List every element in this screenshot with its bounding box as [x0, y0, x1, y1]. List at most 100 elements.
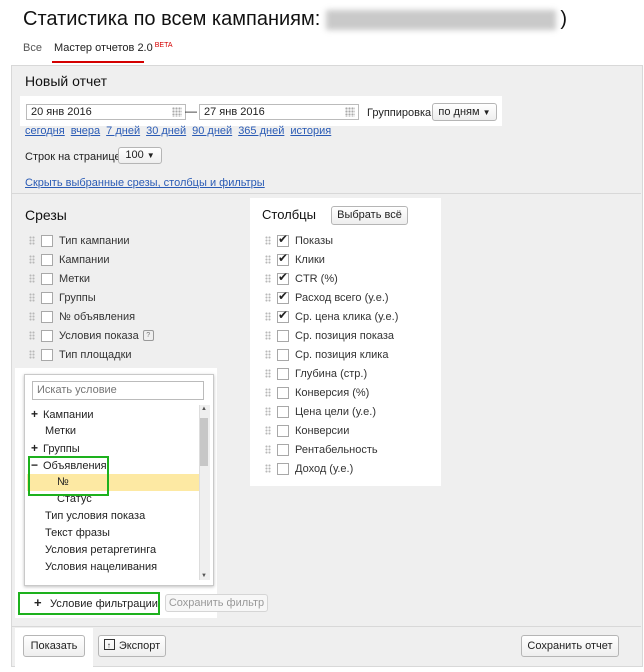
select-all-button[interactable]: Выбрать всё [331, 206, 408, 225]
grouping-value: по дням [438, 106, 480, 118]
checkbox[interactable] [277, 405, 289, 418]
column-item[interactable]: Показы [265, 231, 398, 250]
period-90-days[interactable]: 90 дней [192, 125, 232, 137]
checkbox[interactable] [41, 291, 53, 304]
column-item[interactable]: Глубина (стр.) [265, 364, 398, 383]
column-item[interactable]: CTR (%) [265, 269, 398, 288]
tab-all[interactable]: Все [23, 42, 42, 54]
condition-item-campaigns[interactable]: + Кампании [27, 406, 203, 423]
drag-handle-icon[interactable] [265, 407, 271, 416]
date-from-input[interactable]: 20 янв 2016 [26, 104, 186, 120]
checkbox-checked[interactable] [277, 270, 289, 285]
column-item[interactable]: Ср. цена клика (у.е.) [265, 307, 398, 326]
drag-handle-icon[interactable] [265, 293, 271, 302]
column-item[interactable]: Ср. позиция клика [265, 345, 398, 364]
date-to-input[interactable]: 27 янв 2016 [199, 104, 359, 120]
rows-per-page-select[interactable]: 100 ▼ [118, 147, 162, 164]
condition-search-input[interactable] [32, 381, 204, 400]
expand-plus-icon[interactable]: + [31, 440, 41, 457]
page-title-suffix: ) [560, 8, 567, 30]
condition-search-field[interactable] [33, 382, 201, 397]
checkbox[interactable] [277, 367, 289, 380]
checkbox[interactable] [277, 443, 289, 456]
slice-item[interactable]: Условия показа? [29, 326, 154, 345]
drag-handle-icon[interactable] [265, 426, 271, 435]
tab-report-master[interactable]: Мастер отчетов 2.0 BETA [54, 42, 173, 54]
column-item[interactable]: Доход (у.е.) [265, 459, 398, 478]
drag-handle-icon[interactable] [29, 274, 35, 283]
slice-item[interactable]: № объявления [29, 307, 154, 326]
checkbox[interactable] [41, 234, 53, 247]
column-item[interactable]: Ср. позиция показа [265, 326, 398, 345]
drag-handle-icon[interactable] [29, 312, 35, 321]
drag-handle-icon[interactable] [265, 369, 271, 378]
checkbox[interactable] [41, 348, 53, 361]
checkbox[interactable] [277, 424, 289, 437]
drag-handle-icon[interactable] [265, 350, 271, 359]
save-report-button[interactable]: Сохранить отчет [521, 635, 619, 657]
hide-selected-link[interactable]: Скрыть выбранные срезы, столбцы и фильтр… [25, 177, 265, 189]
checkbox[interactable] [277, 386, 289, 399]
drag-handle-icon[interactable] [265, 388, 271, 397]
drag-handle-icon[interactable] [265, 331, 271, 340]
checkbox[interactable] [41, 329, 53, 342]
checkbox[interactable] [41, 272, 53, 285]
checkbox[interactable] [277, 462, 289, 475]
checkbox[interactable] [41, 310, 53, 323]
checkbox[interactable] [277, 348, 289, 361]
scroll-down-icon[interactable]: ▼ [201, 573, 207, 579]
drag-handle-icon[interactable] [265, 236, 271, 245]
grouping-select[interactable]: по дням ▼ [432, 103, 497, 121]
column-item[interactable]: Конверсии [265, 421, 398, 440]
slice-item[interactable]: Кампании [29, 250, 154, 269]
period-today[interactable]: сегодня [25, 125, 65, 137]
column-item[interactable]: Расход всего (у.е.) [265, 288, 398, 307]
condition-item-phrase-text[interactable]: Текст фразы [27, 525, 203, 542]
drag-handle-icon[interactable] [29, 331, 35, 340]
condition-item-groups[interactable]: + Группы [27, 440, 203, 457]
condition-item-retargeting[interactable]: Условия ретаргетинга [27, 542, 203, 559]
period-7-days[interactable]: 7 дней [106, 125, 140, 137]
column-item[interactable]: Клики [265, 250, 398, 269]
drag-handle-icon[interactable] [265, 464, 271, 473]
help-icon[interactable]: ? [142, 330, 154, 341]
checkbox-checked[interactable] [277, 232, 289, 247]
scrollbar-thumb[interactable] [200, 418, 208, 466]
drag-handle-icon[interactable] [29, 255, 35, 264]
scroll-up-icon[interactable]: ▲ [201, 406, 207, 412]
drag-handle-icon[interactable] [265, 312, 271, 321]
checkbox[interactable] [277, 329, 289, 342]
slice-item[interactable]: Метки [29, 269, 154, 288]
condition-item-show-condition-type[interactable]: Тип условия показа [27, 508, 203, 525]
show-button[interactable]: Показать [23, 635, 85, 657]
drag-handle-icon[interactable] [265, 445, 271, 454]
slice-item[interactable]: Тип кампании [29, 231, 154, 250]
rows-per-page-value: 100 [125, 149, 144, 161]
add-filter-condition-button[interactable]: + Условие фильтрации [18, 592, 160, 615]
drag-handle-icon[interactable] [29, 236, 35, 245]
column-item[interactable]: Цена цели (у.е.) [265, 402, 398, 421]
calendar-icon[interactable] [172, 107, 182, 117]
drag-handle-icon[interactable] [29, 293, 35, 302]
period-yesterday[interactable]: вчера [71, 125, 100, 137]
column-item[interactable]: Рентабельность [265, 440, 398, 459]
checkbox-checked[interactable] [277, 289, 289, 304]
drag-handle-icon[interactable] [265, 274, 271, 283]
calendar-icon[interactable] [345, 107, 355, 117]
save-filter-button[interactable]: Сохранить фильтр [165, 594, 268, 612]
expand-plus-icon[interactable]: + [31, 406, 41, 423]
period-history[interactable]: история [290, 125, 331, 137]
condition-item-targeting[interactable]: Условия нацеливания [27, 559, 203, 576]
export-button[interactable]: ↑ Экспорт [98, 635, 166, 657]
condition-item-labels[interactable]: Метки [27, 423, 203, 440]
period-30-days[interactable]: 30 дней [146, 125, 186, 137]
checkbox-checked[interactable] [277, 308, 289, 323]
drag-handle-icon[interactable] [29, 350, 35, 359]
slice-item[interactable]: Тип площадки [29, 345, 154, 364]
slice-item[interactable]: Группы [29, 288, 154, 307]
drag-handle-icon[interactable] [265, 255, 271, 264]
checkbox-checked[interactable] [277, 251, 289, 266]
column-item[interactable]: Конверсия (%) [265, 383, 398, 402]
period-365-days[interactable]: 365 дней [238, 125, 284, 137]
checkbox[interactable] [41, 253, 53, 266]
